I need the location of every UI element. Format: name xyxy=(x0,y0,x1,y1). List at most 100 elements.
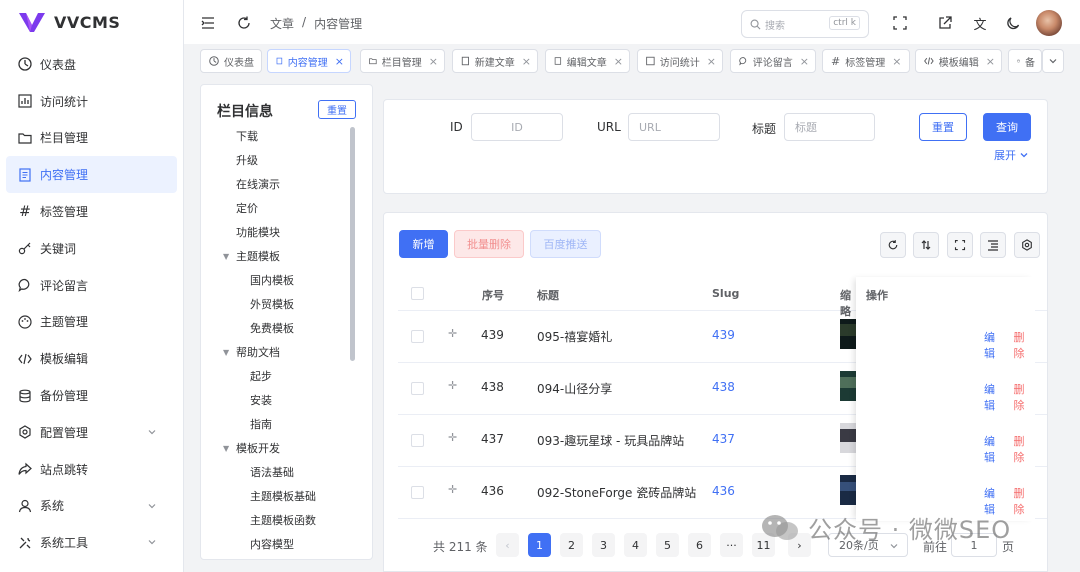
close-icon[interactable]: × xyxy=(335,55,344,68)
tab-tags[interactable]: # 标签管理 × xyxy=(822,49,910,73)
page-button[interactable]: 3 xyxy=(592,533,615,557)
cell-slug-link[interactable]: 439 xyxy=(712,328,735,342)
sidebar-item-template-edit[interactable]: 模板编辑 xyxy=(6,340,177,377)
select-all-checkbox[interactable] xyxy=(411,287,424,300)
moon-icon[interactable] xyxy=(1004,13,1024,33)
tree-node[interactable]: 免费模板 xyxy=(201,317,361,341)
title-input[interactable]: 标题 xyxy=(784,113,875,141)
tree-node[interactable]: 升级 xyxy=(201,149,361,173)
tree-reset-button[interactable]: 重置 xyxy=(318,100,356,119)
drag-handle-icon[interactable]: ✛ xyxy=(448,327,457,340)
search-box[interactable]: 搜索 ctrl k xyxy=(741,10,869,38)
external-link-icon[interactable] xyxy=(935,13,955,33)
column-settings-button[interactable] xyxy=(1014,232,1040,258)
tree-node[interactable]: 国内模板 xyxy=(201,269,361,293)
tab-dashboard[interactable]: 仪表盘 xyxy=(200,49,262,73)
column-header-seq[interactable]: 序号 xyxy=(482,287,504,303)
row-checkbox[interactable] xyxy=(411,486,424,499)
tree-node[interactable]: 定价 xyxy=(201,197,361,221)
tree-node[interactable]: 功能模块 xyxy=(201,221,361,245)
page-button[interactable]: 2 xyxy=(560,533,583,557)
add-button[interactable]: 新增 xyxy=(399,230,448,258)
row-checkbox[interactable] xyxy=(411,434,424,447)
tab-new-article[interactable]: 新建文章 × xyxy=(452,49,538,73)
thumbnail-image[interactable] xyxy=(840,423,856,453)
tree-node[interactable]: 语法基础 xyxy=(201,461,361,485)
tab-template-edit[interactable]: 模板编辑 × xyxy=(915,49,1002,73)
row-checkbox[interactable] xyxy=(411,330,424,343)
page-button[interactable]: 4 xyxy=(624,533,647,557)
drag-handle-icon[interactable]: ✛ xyxy=(448,483,457,496)
delete-link[interactable]: 删除 xyxy=(1014,433,1036,465)
tab-content[interactable]: 内容管理 × xyxy=(267,49,351,73)
sidebar-item-keywords[interactable]: 关键词 xyxy=(6,230,177,267)
sidebar-item-dashboard[interactable]: 仪表盘 xyxy=(6,46,177,83)
tab-stats[interactable]: 访问统计 × xyxy=(637,49,723,73)
cell-slug-link[interactable]: 438 xyxy=(712,380,735,394)
refresh-icon[interactable] xyxy=(234,13,254,33)
prev-page-button[interactable]: ‹ xyxy=(496,533,519,557)
tabs-more-button[interactable] xyxy=(1042,49,1064,73)
fullscreen-icon[interactable] xyxy=(890,13,910,33)
refresh-table-button[interactable] xyxy=(880,232,906,258)
close-icon[interactable]: × xyxy=(707,55,716,68)
sidebar-item-system-tools[interactable]: 系统工具 xyxy=(6,524,177,561)
page-button[interactable]: 5 xyxy=(656,533,679,557)
thumbnail-image[interactable] xyxy=(840,475,856,505)
tree-node[interactable]: 起步 xyxy=(201,365,361,389)
sidebar-item-content[interactable]: 内容管理 xyxy=(6,156,177,194)
edit-link[interactable]: 编辑 xyxy=(984,433,1006,465)
cell-slug-link[interactable]: 436 xyxy=(712,484,735,498)
table-fullscreen-button[interactable] xyxy=(947,232,973,258)
page-button[interactable]: 6 xyxy=(688,533,711,557)
cell-slug-link[interactable]: 437 xyxy=(712,432,735,446)
tree-node[interactable]: 下载 xyxy=(201,125,361,149)
row-checkbox[interactable] xyxy=(411,382,424,395)
close-icon[interactable]: × xyxy=(614,55,623,68)
tree-node[interactable]: 指南 xyxy=(201,413,361,437)
tree-node[interactable]: ▼ 模板开发 xyxy=(201,437,361,461)
tree-node[interactable]: 在线演示 xyxy=(201,173,361,197)
caret-down-icon[interactable]: ▼ xyxy=(223,437,229,461)
sidebar-item-system[interactable]: 系统 xyxy=(6,488,177,525)
menu-fold-icon[interactable] xyxy=(198,13,218,33)
query-button[interactable]: 查询 xyxy=(983,113,1031,141)
delete-link[interactable]: 删除 xyxy=(1014,329,1036,361)
batch-delete-button[interactable]: 批量删除 xyxy=(454,230,524,258)
sidebar-item-tags[interactable]: # 标签管理 xyxy=(6,193,177,230)
edit-link[interactable]: 编辑 xyxy=(984,381,1006,413)
avatar[interactable] xyxy=(1036,10,1062,36)
tree-node[interactable]: ▼ 主题模板 xyxy=(201,245,361,269)
drag-handle-icon[interactable]: ✛ xyxy=(448,379,457,392)
sidebar-item-category[interactable]: 栏目管理 xyxy=(6,120,177,157)
page-button[interactable]: 1 xyxy=(528,533,551,557)
breadcrumb-item[interactable]: 文章 xyxy=(270,15,294,32)
caret-down-icon[interactable]: ▼ xyxy=(223,245,229,269)
tab-category[interactable]: 栏目管理 × xyxy=(360,49,445,73)
column-header-slug[interactable]: Slug xyxy=(712,287,739,300)
page-ellipsis[interactable]: ··· xyxy=(720,533,743,557)
sort-button[interactable] xyxy=(913,232,939,258)
expand-toggle[interactable]: 展开 xyxy=(994,147,1029,163)
delete-link[interactable]: 删除 xyxy=(1014,381,1036,413)
tab-edit-article[interactable]: 编辑文章 × xyxy=(545,49,630,73)
density-button[interactable] xyxy=(980,232,1006,258)
thumbnail-image[interactable] xyxy=(840,319,856,349)
close-icon[interactable]: × xyxy=(986,55,995,68)
tree-node[interactable]: ▼ 帮助文档 xyxy=(201,341,361,365)
delete-link[interactable]: 删除 xyxy=(1014,485,1036,517)
id-input[interactable]: ID xyxy=(471,113,563,141)
filter-reset-button[interactable]: 重置 xyxy=(919,113,967,141)
sidebar-item-config[interactable]: 配置管理 xyxy=(6,414,177,451)
edit-link[interactable]: 编辑 xyxy=(984,329,1006,361)
sidebar-item-themes[interactable]: 主题管理 xyxy=(6,304,177,341)
tree-node[interactable]: 外贸模板 xyxy=(201,293,361,317)
tab-comments[interactable]: 评论留言 × xyxy=(730,49,816,73)
thumbnail-image[interactable] xyxy=(840,371,856,401)
tree-node[interactable]: 内容模型 xyxy=(201,533,361,557)
close-icon[interactable]: × xyxy=(429,55,438,68)
drag-handle-icon[interactable]: ✛ xyxy=(448,431,457,444)
close-icon[interactable]: × xyxy=(892,55,901,68)
close-icon[interactable]: × xyxy=(800,55,809,68)
tree-node[interactable]: 安装 xyxy=(201,389,361,413)
